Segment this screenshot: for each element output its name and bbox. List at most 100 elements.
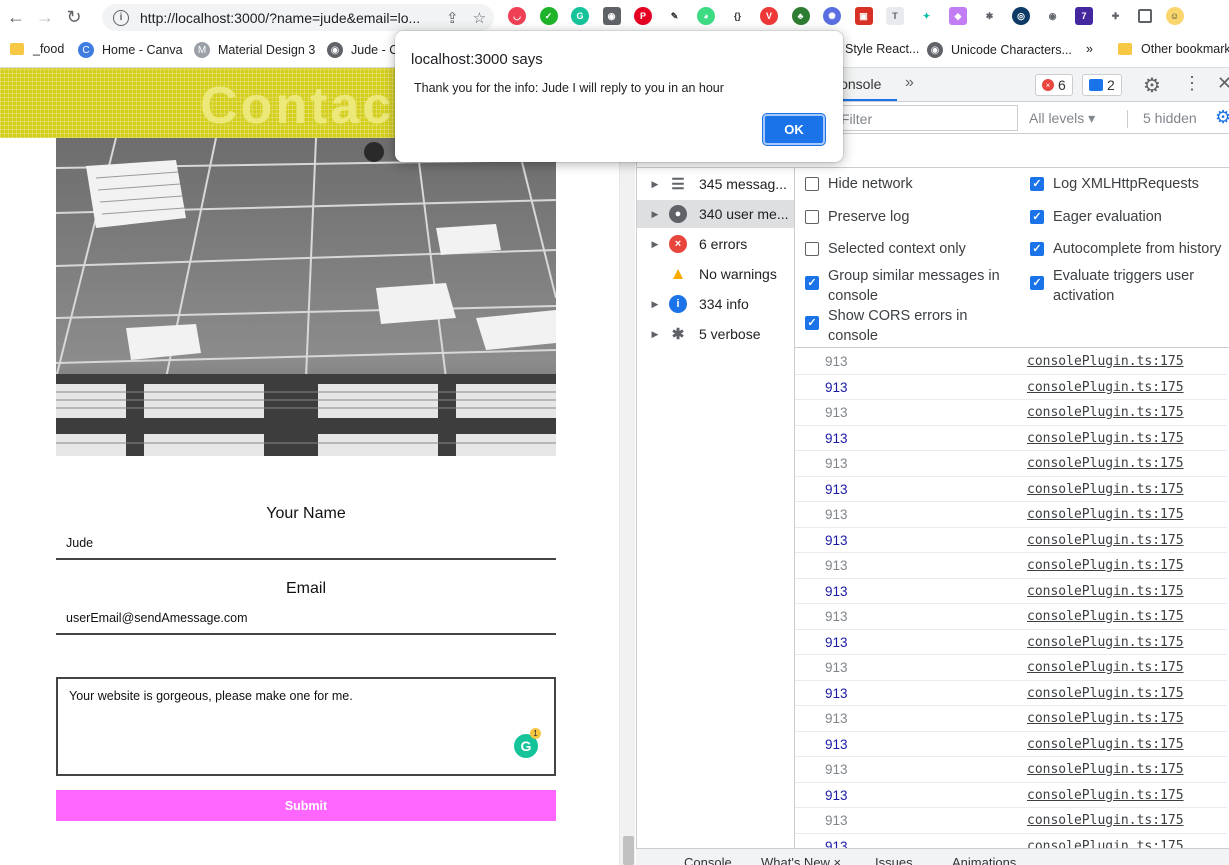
expand-icon[interactable]: ▶ (645, 179, 665, 190)
log-source-link[interactable]: consolePlugin.ts:175 (1027, 405, 1184, 420)
drawer-tab-console[interactable]: Console (684, 855, 732, 865)
expand-icon[interactable]: ▶ (645, 299, 665, 310)
option-cors-errors[interactable]: ✓ Show CORS errors in console (805, 306, 1015, 346)
frog-icon[interactable]: ◕ (697, 7, 715, 25)
log-source-link[interactable]: consolePlugin.ts:175 (1027, 507, 1184, 522)
bookmark-unicode[interactable]: ◉ Unicode Characters... (927, 42, 1072, 58)
checkbox-checked[interactable]: ✓ (1030, 177, 1044, 191)
eyedropper-icon[interactable]: ✎ (665, 7, 684, 25)
puzzle-icon[interactable]: ✚ (1106, 7, 1125, 25)
checkbox[interactable] (805, 177, 819, 191)
log-source-link[interactable]: consolePlugin.ts:175 (1027, 686, 1184, 701)
forward-icon[interactable]: → (32, 5, 58, 31)
drawer-tab-whats-new[interactable]: What's New × (761, 855, 841, 865)
checkbox-checked[interactable]: ✓ (805, 316, 819, 330)
gem-icon[interactable]: 7 (1075, 7, 1093, 25)
drawer-tab-issues[interactable]: Issues (875, 855, 913, 865)
expand-icon[interactable]: ▶ (645, 329, 665, 340)
hidden-count[interactable]: 5 hidden (1143, 110, 1197, 126)
checkbox-checked[interactable]: ✓ (1030, 242, 1044, 256)
site-info-icon[interactable]: i (113, 9, 129, 26)
expand-icon[interactable]: ▶ (645, 239, 665, 250)
bookmark-material[interactable]: M Material Design 3 (194, 42, 315, 58)
console-settings-icon[interactable]: ⚙ (1215, 107, 1229, 128)
kebab-menu-icon[interactable]: ⋮ (1183, 73, 1201, 94)
log-source-link[interactable]: consolePlugin.ts:175 (1027, 813, 1184, 828)
log-source-link[interactable]: consolePlugin.ts:175 (1027, 380, 1184, 395)
pdf-icon[interactable]: ▣ (854, 7, 873, 25)
log-source-link[interactable]: consolePlugin.ts:175 (1027, 660, 1184, 675)
ok-button[interactable]: OK (763, 114, 825, 145)
eye-code-icon[interactable]: ◎ (1012, 7, 1030, 25)
log-source-link[interactable]: consolePlugin.ts:175 (1027, 635, 1184, 650)
more-tabs-icon[interactable]: » (905, 74, 914, 92)
sidebar-item-errors[interactable]: ▶ × 6 errors (637, 230, 794, 258)
name-input[interactable]: Jude (56, 530, 556, 560)
address-bar[interactable]: i http://localhost:3000/?name=jude&email… (102, 4, 494, 31)
checkbox-checked[interactable]: ✓ (1030, 276, 1044, 290)
checkbox[interactable] (805, 210, 819, 224)
option-log-xhr[interactable]: ✓ Log XMLHttpRequests (1030, 174, 1229, 194)
reload-icon[interactable]: ↻ (61, 5, 87, 31)
gradient-icon[interactable]: ◆ (949, 7, 967, 25)
log-levels-dropdown[interactable]: All levels ▾ (1029, 110, 1095, 127)
option-evaluate-triggers[interactable]: ✓ Evaluate triggers user activation (1030, 266, 1220, 306)
close-icon[interactable]: ✕ (1217, 73, 1229, 94)
checkbox[interactable] (805, 242, 819, 256)
scrollbar-thumb[interactable] (623, 836, 634, 865)
text-icon[interactable]: T (886, 7, 904, 25)
vivaldi-icon[interactable]: V (760, 7, 778, 25)
email-input[interactable]: userEmail@sendAmessage.com (56, 605, 556, 635)
checkbox-checked[interactable]: ✓ (1030, 210, 1044, 224)
eye-icon[interactable]: ◉ (1043, 7, 1062, 25)
sidebar-item-user-messages[interactable]: ▶ ● 340 user me... (637, 200, 794, 228)
option-hide-network[interactable]: Hide network (805, 174, 1025, 194)
option-eager-eval[interactable]: ✓ Eager evaluation (1030, 207, 1229, 227)
log-source-link[interactable]: consolePlugin.ts:175 (1027, 558, 1184, 573)
avatar-icon[interactable]: ☺ (1165, 7, 1184, 25)
g-icon[interactable]: G (571, 7, 589, 25)
bookmark-food[interactable]: _food (10, 42, 64, 56)
sidebar-item-info[interactable]: ▶ i 334 info (637, 290, 794, 318)
option-preserve-log[interactable]: Preserve log (805, 207, 1025, 227)
braces-icon[interactable]: {} (728, 7, 747, 25)
log-source-link[interactable]: consolePlugin.ts:175 (1027, 609, 1184, 624)
log-source-link[interactable]: consolePlugin.ts:175 (1027, 354, 1184, 369)
paint-icon[interactable]: ✦ (917, 7, 936, 25)
url-text[interactable]: http://localhost:3000/?name=jude&email=l… (140, 10, 432, 26)
sidebar-icon[interactable] (1138, 9, 1152, 23)
checkbox-checked[interactable]: ✓ (805, 276, 819, 290)
log-source-link[interactable]: consolePlugin.ts:175 (1027, 762, 1184, 777)
grammarly-ext-icon[interactable]: ✓ (539, 7, 558, 25)
share-icon[interactable]: ⇪ (446, 9, 459, 27)
errors-counter[interactable]: × 6 (1035, 74, 1073, 96)
camera-icon[interactable]: ◉ (602, 7, 621, 25)
pinterest-icon[interactable]: P (634, 7, 652, 25)
sidebar-item-messages[interactable]: ▶ ☰ 345 messag... (637, 170, 794, 198)
sidebar-item-verbose[interactable]: ▶ ✱ 5 verbose (637, 320, 794, 348)
log-source-link[interactable]: consolePlugin.ts:175 (1027, 456, 1184, 471)
option-group-similar[interactable]: ✓ Group similar messages in console (805, 266, 1015, 306)
submit-button[interactable]: Submit (56, 790, 556, 821)
flower-icon[interactable]: ✺ (823, 7, 841, 25)
expand-icon[interactable]: ▶ (645, 209, 665, 220)
log-source-link[interactable]: consolePlugin.ts:175 (1027, 711, 1184, 726)
bookmark-star-icon[interactable]: ☆ (473, 9, 486, 27)
bookmark-style-react[interactable]: Style React... (845, 42, 919, 56)
tree-icon[interactable]: ♣ (791, 7, 810, 25)
page-scrollbar[interactable] (619, 68, 635, 865)
pocket-icon[interactable]: ◡ (508, 7, 526, 25)
drawer-tab-animations[interactable]: Animations (952, 855, 1016, 865)
message-textarea[interactable]: Your website is gorgeous, please make on… (56, 677, 556, 776)
option-autocomplete[interactable]: ✓ Autocomplete from history (1030, 239, 1229, 259)
log-source-link[interactable]: consolePlugin.ts:175 (1027, 533, 1184, 548)
bookmarks-overflow[interactable]: » (1086, 42, 1093, 56)
log-source-link[interactable]: consolePlugin.ts:175 (1027, 788, 1184, 803)
bug-icon[interactable]: ✱ (980, 7, 999, 25)
log-source-link[interactable]: consolePlugin.ts:175 (1027, 431, 1184, 446)
filter-input[interactable]: Filter (830, 105, 1018, 131)
option-selected-context[interactable]: Selected context only (805, 239, 1025, 259)
bookmark-other[interactable]: Other bookmark (1118, 42, 1229, 56)
log-source-link[interactable]: consolePlugin.ts:175 (1027, 584, 1184, 599)
bookmark-jude[interactable]: ◉ Jude - C (327, 42, 398, 58)
